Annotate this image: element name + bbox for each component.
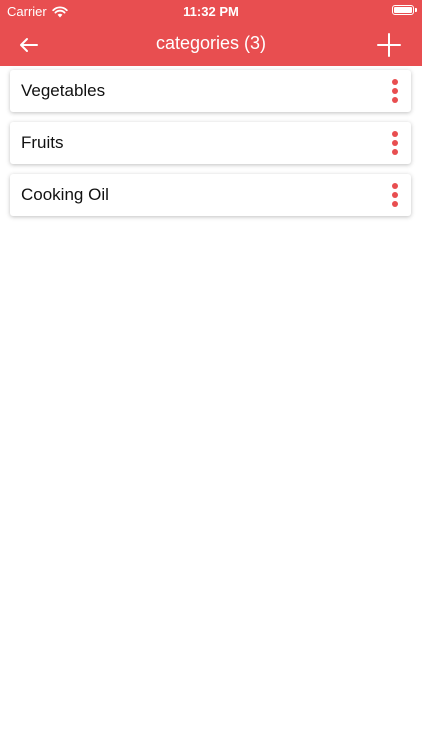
add-category-button[interactable] <box>374 30 404 60</box>
battery-icon <box>392 5 417 15</box>
category-list: Vegetables Fruits Cooking Oil <box>10 70 411 226</box>
back-button[interactable] <box>14 30 44 60</box>
category-item[interactable]: Fruits <box>10 122 411 164</box>
navigation-bar: categories (3) <box>0 24 422 66</box>
category-label: Cooking Oil <box>21 185 109 204</box>
category-label: Fruits <box>21 133 64 152</box>
more-options-button[interactable] <box>385 130 405 156</box>
plus-icon <box>377 33 401 57</box>
arrow-left-icon <box>20 38 38 52</box>
category-item[interactable]: Vegetables <box>10 70 411 112</box>
category-label: Vegetables <box>21 81 106 100</box>
more-vertical-icon <box>392 79 398 103</box>
category-item[interactable]: Cooking Oil <box>10 174 411 216</box>
page-title: categories (3) <box>155 33 267 53</box>
more-vertical-icon <box>392 131 398 155</box>
app-header: Carrier 11:32 PM categories (3) <box>0 0 422 66</box>
clock: 11:32 PM <box>183 4 239 19</box>
more-options-button[interactable] <box>385 182 405 208</box>
more-vertical-icon <box>392 183 398 207</box>
more-options-button[interactable] <box>385 78 405 104</box>
status-bar: Carrier 11:32 PM <box>0 0 422 24</box>
